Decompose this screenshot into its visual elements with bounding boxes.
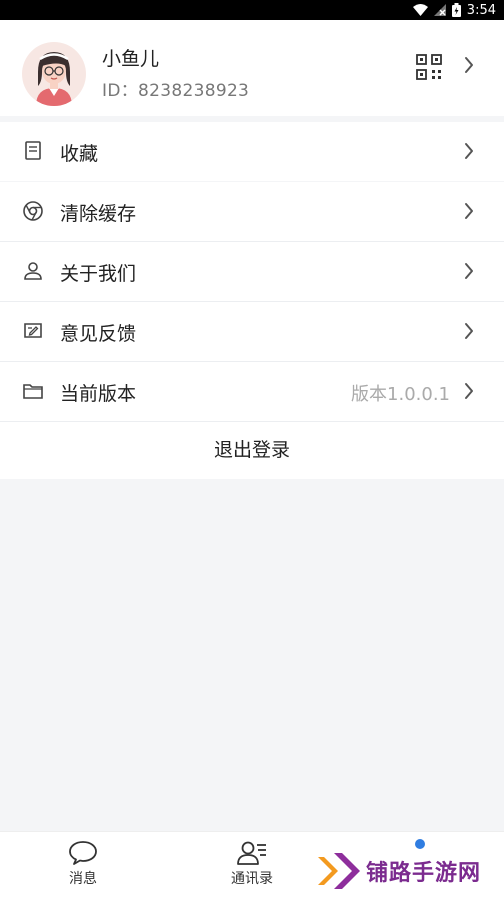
person-icon — [24, 262, 42, 280]
profile-card[interactable]: 小鱼儿 ID：8238238923 — [0, 20, 504, 116]
notification-dot — [415, 839, 425, 849]
menu-item-favorites[interactable]: 收藏 — [0, 122, 504, 181]
watermark: 铺路手游网 — [316, 851, 481, 891]
tab-label: 消息 — [69, 871, 97, 887]
chevron-right-icon — [465, 143, 473, 159]
chat-bubble-icon — [69, 841, 97, 865]
folder-icon — [23, 384, 43, 399]
profile-name: 小鱼儿 — [102, 48, 160, 70]
profile-id: ID：8238238923 — [102, 76, 249, 101]
battery-icon — [451, 3, 461, 17]
status-time: 3:54 — [466, 2, 496, 18]
signal-off-icon — [433, 4, 446, 16]
bookmark-icon — [25, 141, 41, 160]
menu-item-label: 关于我们 — [60, 263, 137, 285]
menu-item-feedback[interactable]: 意见反馈 — [0, 302, 504, 361]
tab-label: 通讯录 — [231, 871, 273, 887]
qr-code-icon[interactable] — [416, 54, 442, 80]
version-value: 版本1.0.0.1 — [351, 384, 450, 405]
chevron-right-icon — [465, 383, 473, 399]
watermark-logo-icon — [318, 853, 360, 889]
profile-id-value: 8238238923 — [138, 81, 250, 101]
tab-contacts[interactable]: 通讯录 — [207, 840, 297, 888]
chrome-icon — [23, 201, 43, 221]
tab-messages[interactable]: 消息 — [38, 840, 128, 888]
logout-button[interactable]: 退出登录 — [0, 422, 504, 479]
chevron-right-icon — [465, 263, 473, 279]
avatar[interactable] — [22, 42, 86, 106]
menu-item-current-version[interactable]: 当前版本 版本1.0.0.1 — [0, 362, 504, 421]
chevron-right-icon[interactable] — [463, 55, 475, 75]
menu-item-about-us[interactable]: 关于我们 — [0, 242, 504, 301]
menu-item-label: 清除缓存 — [60, 203, 137, 225]
wifi-icon — [412, 4, 428, 16]
menu-item-clear-cache[interactable]: 清除缓存 — [0, 182, 504, 241]
watermark-text: 铺路手游网 — [366, 861, 482, 886]
status-bar: 3:54 — [0, 0, 504, 20]
profile-id-label: ID： — [102, 81, 139, 101]
menu-item-label: 当前版本 — [60, 383, 137, 405]
chevron-right-icon — [465, 323, 473, 339]
menu-item-label: 意见反馈 — [60, 323, 137, 345]
menu-item-label: 收藏 — [60, 143, 99, 165]
contacts-icon — [237, 841, 266, 865]
feedback-icon — [24, 323, 42, 338]
chevron-right-icon — [465, 203, 473, 219]
